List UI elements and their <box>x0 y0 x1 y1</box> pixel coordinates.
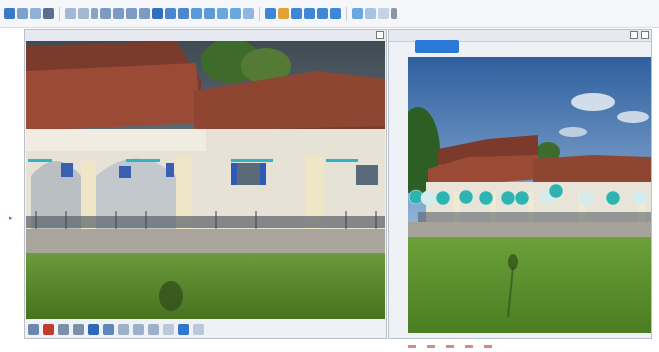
active-mode-icon[interactable] <box>178 323 189 335</box>
left-pane-close-icon[interactable] <box>376 31 384 39</box>
globe-icon[interactable] <box>88 323 99 335</box>
redo-icon[interactable] <box>278 8 289 19</box>
import-icon[interactable] <box>230 8 241 19</box>
save-icon[interactable] <box>43 8 54 19</box>
next-frame-icon[interactable] <box>73 323 84 335</box>
measure-icon[interactable] <box>118 323 129 335</box>
settings-icon[interactable] <box>133 323 144 335</box>
refresh-icon[interactable] <box>291 8 302 19</box>
first-frame-icon[interactable] <box>28 323 39 335</box>
measure-icon[interactable] <box>65 8 76 19</box>
status-dot <box>446 345 455 348</box>
polyline-icon[interactable] <box>126 8 137 19</box>
status-dot <box>465 345 474 348</box>
camera-icon[interactable] <box>204 8 215 19</box>
layers-icon[interactable] <box>103 323 114 335</box>
toolbar-divider <box>59 6 60 21</box>
left-view-toolbar <box>24 320 384 338</box>
sphere-icon[interactable] <box>152 8 163 19</box>
layers-icon[interactable] <box>165 8 176 19</box>
main-toolbar <box>0 0 659 28</box>
status-dot <box>408 345 416 348</box>
record-icon[interactable] <box>43 323 54 335</box>
right-view-nav-pill[interactable] <box>415 40 459 53</box>
zoom-tool-icon[interactable] <box>30 8 41 19</box>
sync-icon[interactable] <box>304 8 315 19</box>
dropdown-icon[interactable] <box>91 8 98 19</box>
arrow-icon[interactable] <box>378 8 389 19</box>
toolbar-divider <box>259 6 260 21</box>
right-pane-maximize-icon[interactable] <box>630 31 638 39</box>
export-icon[interactable] <box>217 8 228 19</box>
line-icon[interactable] <box>113 8 124 19</box>
more-icon[interactable] <box>391 8 397 19</box>
right-panorama-image <box>408 57 651 333</box>
grid-icon[interactable] <box>178 8 189 19</box>
left-panorama-image <box>26 41 385 319</box>
left-dock-strip: ▸ <box>0 28 24 345</box>
right-panorama-view[interactable] <box>408 57 651 333</box>
unlink-icon[interactable] <box>330 8 341 19</box>
right-pane-close-icon[interactable] <box>641 31 649 39</box>
filter-icon[interactable] <box>243 8 254 19</box>
toolbar-divider <box>346 6 347 21</box>
add-icon[interactable] <box>352 8 363 19</box>
status-dot <box>484 345 493 348</box>
info-icon[interactable] <box>163 323 174 335</box>
dock-arrow-icon[interactable]: ▸ <box>9 214 13 222</box>
right-view-status-strip <box>408 333 651 348</box>
ruler-icon[interactable] <box>78 8 89 19</box>
left-panorama-view[interactable] <box>26 41 385 319</box>
status-dot <box>427 345 436 348</box>
zoom-icon[interactable] <box>148 323 159 335</box>
undo-icon[interactable] <box>265 8 276 19</box>
point-icon[interactable] <box>100 8 111 19</box>
select-tool-icon[interactable] <box>4 8 15 19</box>
link-icon[interactable] <box>317 8 328 19</box>
fullscreen-icon[interactable] <box>193 323 204 335</box>
prev-frame-icon[interactable] <box>58 323 69 335</box>
settings-icon[interactable] <box>365 8 376 19</box>
pan-tool-icon[interactable] <box>17 8 28 19</box>
polygon-icon[interactable] <box>139 8 150 19</box>
snap-icon[interactable] <box>191 8 202 19</box>
